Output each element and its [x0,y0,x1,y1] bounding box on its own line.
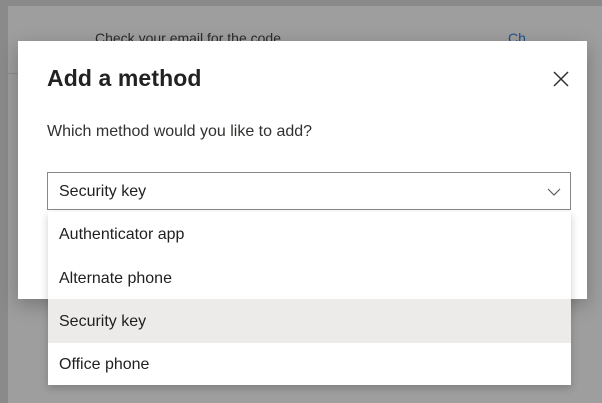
option-alternate-phone[interactable]: Alternate phone [48,256,571,300]
option-label: Security key [59,313,147,330]
background-divider [8,73,18,74]
close-icon [553,71,569,87]
option-security-key[interactable]: Security key [48,299,571,343]
close-button[interactable] [549,67,573,91]
method-prompt: Which method would you like to add? [47,123,313,140]
dialog-title: Add a method [47,65,202,91]
option-label: Authenticator app [59,226,185,243]
method-select-value: Security key [59,183,147,200]
background-text: Check your email for the code [95,30,281,41]
chevron-down-icon [546,184,562,200]
option-label: Alternate phone [59,270,172,287]
method-select[interactable]: Security key [47,172,571,210]
background-link: Ch [508,30,526,41]
option-authenticator-app[interactable]: Authenticator app [48,212,571,256]
option-office-phone[interactable]: Office phone [48,342,571,386]
method-dropdown-list: Authenticator app Alternate phone Securi… [48,212,571,385]
option-label: Office phone [59,356,150,373]
